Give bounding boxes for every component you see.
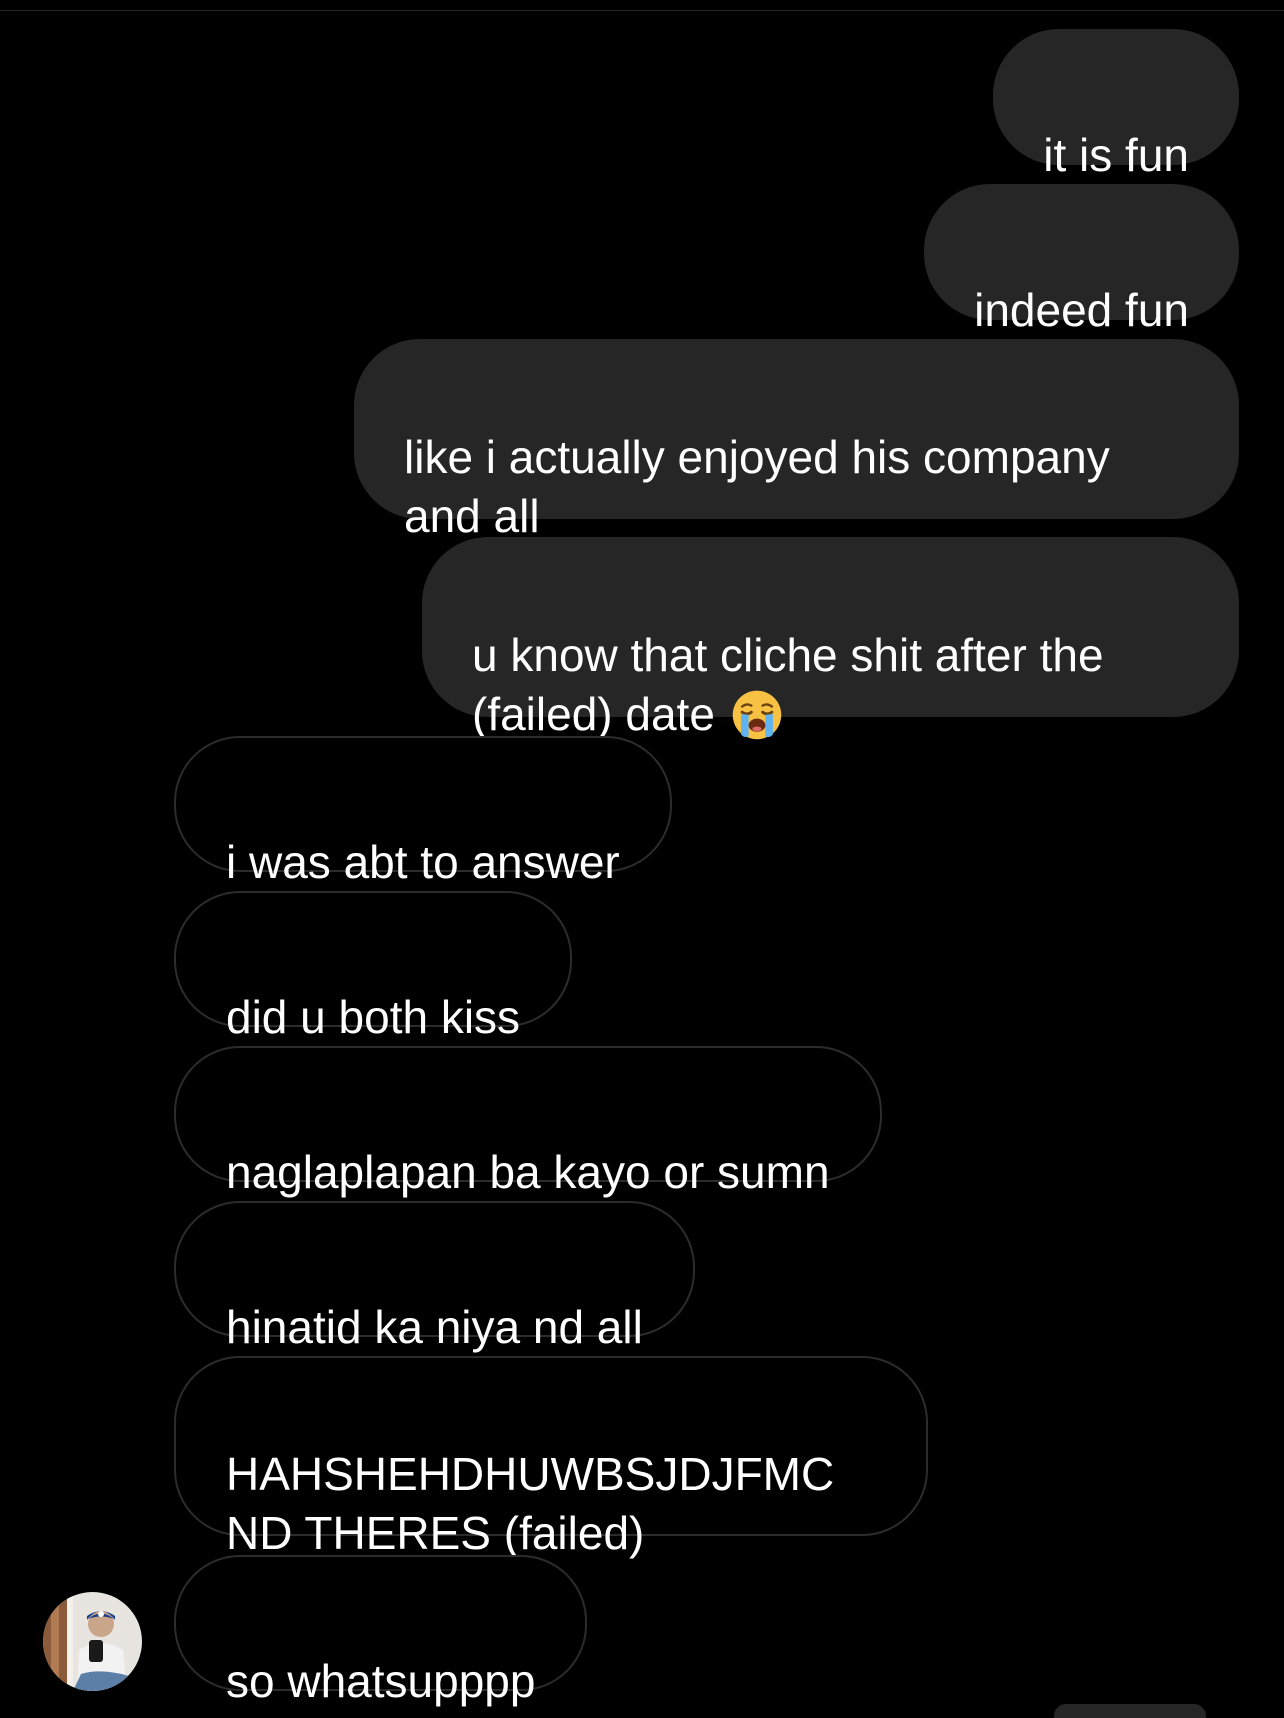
message-bubble-received[interactable]: i was abt to answer (174, 736, 672, 888)
message-bubble-received[interactable]: HAHSHEHDHUWBSJDJFMC ND THERES (failed) (174, 1356, 928, 1559)
header-divider (0, 10, 1284, 11)
avatar[interactable] (43, 1592, 142, 1691)
profile-photo-icon (43, 1592, 142, 1691)
message-text: so whatsupppp (226, 1655, 536, 1707)
message-text: did u both kiss (226, 991, 521, 1043)
message-bubble-sent[interactable]: it is fun (993, 29, 1239, 181)
message-text: HAHSHEHDHUWBSJDJFMC ND THERES (failed) (226, 1448, 835, 1559)
message-bubble-sent[interactable]: u know that cliche shit after the (faile… (422, 537, 1239, 740)
message-text: hinatid ka niya nd all (226, 1301, 643, 1353)
message-text: it is fun (1043, 129, 1189, 181)
message-bubble-received[interactable]: hinatid ka niya nd all (174, 1201, 695, 1353)
message-text: naglaplapan ba kayo or sumn (226, 1146, 830, 1198)
message-bubble-received[interactable]: did u both kiss (174, 891, 573, 1043)
message-text: u know that cliche shit after the (faile… (472, 629, 1104, 740)
message-bubble-received[interactable]: naglaplapan ba kayo or sumn (174, 1046, 882, 1198)
message-bubble-received[interactable]: so whatsupppp (174, 1555, 588, 1707)
message-bubble-sent[interactable]: indeed fun (924, 184, 1239, 336)
message-text: i was abt to answer (226, 836, 620, 888)
message-bubble-sent-partial (1054, 1704, 1206, 1718)
message-text: indeed fun (974, 284, 1189, 336)
message-bubble-sent[interactable]: like i actually enjoyed his company and … (354, 339, 1239, 542)
loudly-crying-face-icon (732, 690, 782, 740)
message-text: like i actually enjoyed his company and … (404, 431, 1110, 542)
